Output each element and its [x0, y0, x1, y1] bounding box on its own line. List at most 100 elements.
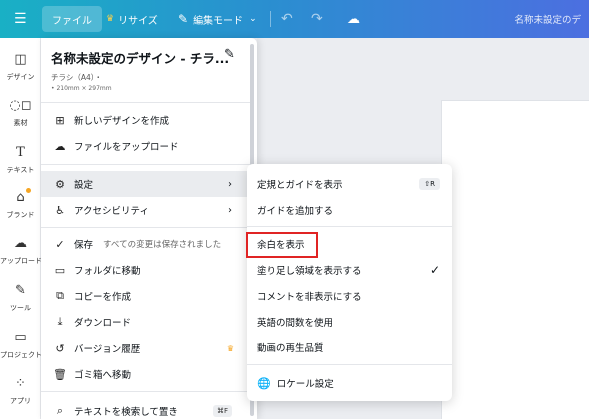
submenu-item-label: 英語の間数を使用	[257, 318, 334, 329]
submenu-item-add-guides[interactable]: ガイドを追加する	[247, 198, 452, 222]
trash-icon: 🗑	[53, 367, 67, 381]
sidebar-label: アプリ	[10, 397, 31, 405]
resize-button[interactable]: ♛ リサイズ	[106, 0, 158, 38]
design-page[interactable]	[441, 100, 589, 419]
submenu-item-label: ロケール設定	[276, 379, 334, 390]
menu-item-new-design[interactable]: ⊞ 新しいデザインを作成	[41, 107, 254, 133]
menu-item-label: 新しいデザインを作成	[74, 116, 170, 127]
edit-mode-label: 編集モード	[193, 15, 244, 27]
design-type: チラシ（A4）・	[51, 73, 103, 82]
shapes-icon: ◌◻	[9, 98, 32, 113]
layout-icon: ◫	[14, 52, 27, 67]
menu-item-version-history[interactable]: ↺ バージョン履歴 ♛	[41, 335, 254, 361]
chevron-right-icon: ›	[228, 178, 232, 190]
menu-divider	[247, 364, 452, 365]
folder-icon: ▭	[54, 263, 66, 277]
globe-icon: 🌐	[257, 376, 271, 390]
submenu-item-label: 定規とガイドを表示	[257, 180, 343, 191]
resize-label: リサイズ	[118, 15, 158, 27]
edit-title-icon[interactable]: ✎	[224, 47, 235, 62]
download-icon: ⤓	[57, 315, 63, 328]
brand-badge	[26, 188, 31, 193]
save-icon: ✓	[55, 237, 65, 251]
shortcut-badge: ⇧R	[419, 178, 440, 190]
top-toolbar: ☰ ファイル ♛ リサイズ ✎ 編集モード ⌄ ↶ ↷ ☁ 名称未設定のデ	[0, 0, 589, 38]
menu-item-accessibility[interactable]: ♿ アクセシビリティ ›	[41, 197, 254, 223]
menu-item-find-replace[interactable]: ⌕ テキストを検索して置き ⌘F	[41, 398, 254, 419]
sidebar-item-elements[interactable]: ◌◻ 素材	[0, 98, 41, 128]
menu-divider	[41, 391, 254, 392]
submenu-item-label: コメントを非表示にする	[257, 292, 362, 303]
sidebar-label: ツール	[10, 304, 31, 312]
sidebar-item-text[interactable]: T テキスト	[0, 145, 41, 175]
apps-icon: ⁘	[15, 376, 26, 391]
file-menu-panel: 名称未設定のデザイン - チラ... ✎ チラシ（A4）・ • 210mm × …	[41, 38, 257, 419]
search-icon: ⌕	[56, 404, 64, 417]
crown-icon: ♛	[226, 343, 234, 353]
submenu-item-show-bleed[interactable]: 塗り足し領域を表示する ✓	[247, 258, 452, 282]
sidebar-item-design[interactable]: ◫ デザイン	[0, 52, 41, 82]
gear-icon: ⚙	[55, 177, 65, 191]
menu-divider	[41, 102, 254, 103]
sidebar-label: テキスト	[6, 166, 35, 174]
sidebar-item-projects[interactable]: ▭ プロジェクト	[0, 330, 42, 360]
menu-item-save[interactable]: ✓ 保存 すべての変更は保存されました	[41, 231, 254, 257]
sidebar-item-brand[interactable]: ⌂ ブランド	[0, 188, 41, 220]
highlight-box	[246, 232, 318, 258]
history-icon: ↺	[55, 341, 65, 355]
copy-icon: ⧉	[56, 289, 64, 302]
chevron-right-icon: ›	[228, 204, 232, 216]
menu-divider	[41, 164, 254, 165]
new-design-icon: ⊞	[55, 113, 65, 127]
menu-item-settings[interactable]: ⚙ 設定 ›	[41, 171, 254, 197]
crown-icon: ♛	[106, 14, 115, 24]
edit-mode-dropdown[interactable]: ✎ 編集モード ⌄	[178, 0, 257, 38]
sidebar-label: アップロード	[0, 257, 42, 265]
menu-item-label: 保存	[74, 240, 94, 251]
pen-icon: ✎	[178, 12, 189, 26]
submenu-item-label: 動画の再生品質	[257, 343, 324, 354]
submenu-item-english-functions[interactable]: 英語の間数を使用	[247, 310, 452, 334]
menu-item-download[interactable]: ⤓ ダウンロード	[41, 309, 254, 335]
accessibility-icon: ♿	[55, 203, 65, 217]
menu-item-label: ファイルをアップロード	[74, 142, 179, 153]
menu-item-label: 設定	[74, 180, 94, 191]
cloud-upload-icon: ☁	[54, 139, 66, 153]
submenu-item-rulers-guides[interactable]: 定規とガイドを表示 ⇧R	[247, 172, 452, 196]
chevron-down-icon: ⌄	[249, 14, 257, 24]
sidebar-item-uploads[interactable]: ☁ アップロード	[0, 236, 42, 266]
shortcut-badge: ⌘F	[212, 405, 232, 417]
menu-item-move-folder[interactable]: ▭ フォルダに移動	[41, 257, 254, 283]
menu-item-label: アクセシビリティ	[74, 206, 149, 217]
menu-item-label: フォルダに移動	[74, 266, 141, 277]
left-sidebar: ◫ デザイン ◌◻ 素材 T テキスト ⌂ ブランド ☁ アップロード ✎ ツー…	[0, 38, 42, 419]
menu-item-label: バージョン履歴	[74, 344, 141, 355]
pen-tool-icon: ✎	[15, 283, 26, 298]
hamburger-icon[interactable]: ☰	[14, 0, 27, 38]
sidebar-label: 素材	[13, 119, 28, 127]
brand-icon: ⌂	[16, 190, 25, 205]
submenu-item-video-quality[interactable]: 動画の再生品質	[247, 335, 452, 359]
menu-divider	[247, 226, 452, 227]
sidebar-item-tools[interactable]: ✎ ツール	[0, 283, 41, 313]
save-status: すべての変更は保存されました	[103, 240, 222, 250]
menu-item-trash[interactable]: 🗑 ゴミ箱へ移動	[41, 361, 254, 387]
undo-icon[interactable]: ↶	[281, 0, 293, 38]
sidebar-item-apps[interactable]: ⁘ アプリ	[0, 376, 41, 406]
menu-item-label: コピーを作成	[74, 292, 132, 303]
text-icon: T	[16, 145, 25, 160]
menu-item-label: テキストを検索して置き	[74, 407, 178, 418]
sidebar-label: デザイン	[6, 73, 35, 81]
redo-icon[interactable]: ↷	[311, 0, 323, 38]
file-menu-button[interactable]: ファイル	[42, 6, 102, 32]
menu-divider	[41, 227, 254, 228]
submenu-item-locale[interactable]: 🌐 ロケール設定	[247, 371, 452, 395]
sidebar-label: ブランド	[6, 211, 35, 219]
design-size: • 210mm × 297mm	[51, 85, 112, 92]
submenu-item-hide-comments[interactable]: コメントを非表示にする	[247, 284, 452, 308]
upload-icon: ☁	[14, 236, 27, 251]
cloud-saved-icon[interactable]: ☁	[347, 0, 360, 38]
menu-item-upload[interactable]: ☁ ファイルをアップロード	[41, 133, 254, 159]
document-title[interactable]: 名称未設定のデ	[514, 0, 581, 38]
menu-item-copy[interactable]: ⧉ コピーを作成	[41, 283, 254, 309]
